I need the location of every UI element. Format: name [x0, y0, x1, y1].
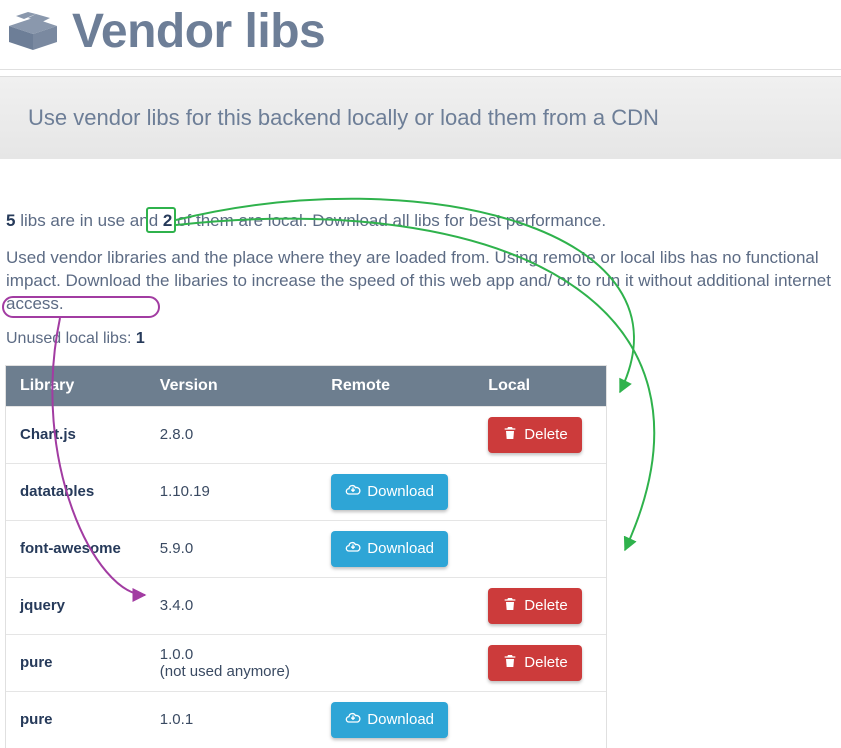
cell-local — [474, 463, 606, 520]
table-row: jquery3.4.0 Delete — [6, 577, 606, 634]
cell-library: jquery — [6, 577, 146, 634]
table-row: Chart.js2.8.0 Delete — [6, 406, 606, 463]
cell-remote — [317, 406, 474, 463]
cell-version: 5.9.0 — [146, 520, 318, 577]
cell-local: Delete — [474, 634, 606, 691]
table-row: pure1.0.0(not used anymore) Delete — [6, 634, 606, 691]
cloud-download-icon — [345, 482, 361, 502]
col-local: Local — [474, 366, 606, 407]
cell-remote — [317, 577, 474, 634]
table-row: pure1.0.1 Download — [6, 691, 606, 748]
banner-text: Use vendor libs for this backend locally… — [28, 105, 813, 131]
annotation-box-local-count — [146, 207, 176, 233]
page-title: Vendor libs — [72, 4, 325, 59]
trash-icon — [502, 596, 518, 616]
cell-local: Delete — [474, 577, 606, 634]
trash-icon — [502, 653, 518, 673]
cell-library: Chart.js — [6, 406, 146, 463]
cell-remote — [317, 634, 474, 691]
cell-remote: Download — [317, 520, 474, 577]
cell-library: pure — [6, 634, 146, 691]
page-header: Vendor libs — [0, 0, 841, 70]
cell-library: pure — [6, 691, 146, 748]
delete-button[interactable]: Delete — [488, 645, 581, 681]
col-version: Version — [146, 366, 318, 407]
cell-version: 3.4.0 — [146, 577, 318, 634]
cell-version: 1.0.1 — [146, 691, 318, 748]
unused-line: Unused local libs: 1 — [6, 330, 835, 348]
cell-version: 1.0.0(not used anymore) — [146, 634, 318, 691]
download-button[interactable]: Download — [331, 474, 448, 510]
cell-local — [474, 691, 606, 748]
cell-library: font-awesome — [6, 520, 146, 577]
annotation-box-unused — [2, 296, 160, 318]
libs-table: Library Version Remote Local Chart.js2.8… — [6, 366, 606, 748]
trash-icon — [502, 425, 518, 445]
table-row: datatables1.10.19 Download — [6, 463, 606, 520]
cell-remote: Download — [317, 691, 474, 748]
delete-button[interactable]: Delete — [488, 588, 581, 624]
unused-count: 1 — [136, 330, 145, 347]
box-icon — [6, 12, 60, 52]
download-button[interactable]: Download — [331, 531, 448, 567]
cell-version: 1.10.19 — [146, 463, 318, 520]
cloud-download-icon — [345, 539, 361, 559]
cell-remote: Download — [317, 463, 474, 520]
cloud-download-icon — [345, 710, 361, 730]
cell-local — [474, 520, 606, 577]
summary-line: 5 libs are in use and 2 of them are loca… — [6, 211, 835, 231]
cell-library: datatables — [6, 463, 146, 520]
banner: Use vendor libs for this backend locally… — [0, 76, 841, 159]
col-remote: Remote — [317, 366, 474, 407]
cell-local: Delete — [474, 406, 606, 463]
delete-button[interactable]: Delete — [488, 417, 581, 453]
cell-version: 2.8.0 — [146, 406, 318, 463]
table-row: font-awesome5.9.0 Download — [6, 520, 606, 577]
download-button[interactable]: Download — [331, 702, 448, 738]
col-library: Library — [6, 366, 146, 407]
